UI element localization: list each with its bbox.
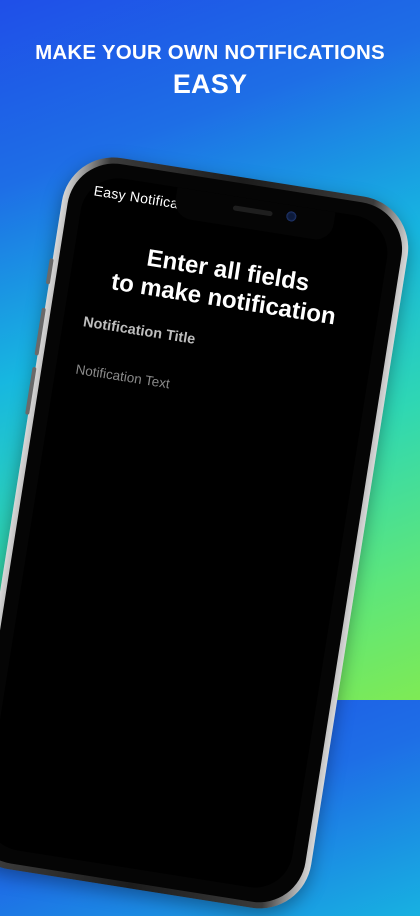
phone-notch	[172, 187, 336, 242]
mute-switch	[45, 258, 54, 285]
instruction-heading: Enter all fields to make notification	[88, 235, 364, 335]
notification-text-field[interactable]: Notification Text	[75, 362, 171, 392]
earpiece-speaker-icon	[232, 205, 273, 217]
phone-mockup-area: Easy Notification Enter all fields to ma…	[0, 0, 420, 916]
front-camera-icon	[285, 210, 298, 223]
phone-screen: Easy Notification Enter all fields to ma…	[0, 172, 393, 894]
phone-bezel: Easy Notification Enter all fields to ma…	[0, 156, 409, 910]
notification-title-field[interactable]: Notification Title	[82, 314, 196, 348]
phone-frame: Easy Notification Enter all fields to ma…	[0, 150, 416, 916]
